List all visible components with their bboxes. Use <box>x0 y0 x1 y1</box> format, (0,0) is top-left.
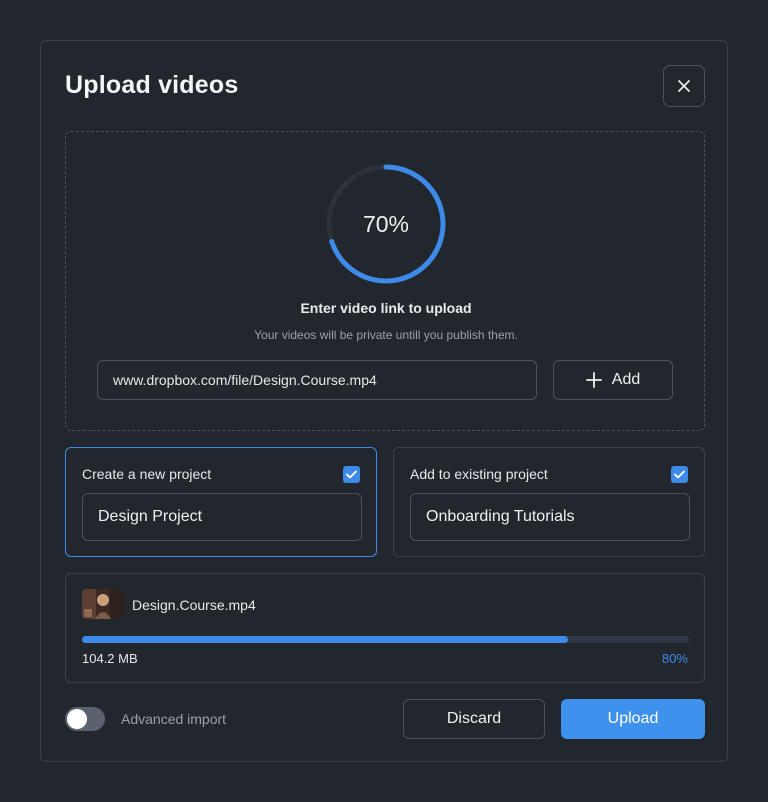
upload-button[interactable]: Upload <box>561 699 705 739</box>
file-progress-fill <box>82 636 568 643</box>
file-progress-track <box>82 636 689 643</box>
discard-button[interactable]: Discard <box>403 699 545 739</box>
file-progress-label: 80% <box>661 651 688 666</box>
file-name: Design.Course.mp4 <box>132 597 256 613</box>
add-link-label: Add <box>611 371 641 388</box>
dropzone-heading: Enter video link to upload <box>300 300 472 316</box>
check-icon <box>674 470 685 479</box>
existing-project-card[interactable]: Add to existing project <box>393 447 705 557</box>
close-button[interactable] <box>663 65 705 107</box>
new-project-card[interactable]: Create a new project <box>65 447 377 557</box>
upload-dialog: Upload videos 70% Enter video link to up… <box>40 40 728 762</box>
upload-progress-label: 70% <box>362 210 410 237</box>
check-icon <box>346 470 357 479</box>
new-project-checkbox[interactable] <box>343 466 360 483</box>
file-size: 104.2 MB <box>82 651 138 666</box>
plus-icon <box>585 372 602 388</box>
advanced-import-toggle[interactable] <box>65 707 105 731</box>
upload-dropzone[interactable]: 70% Enter video link to upload Your vide… <box>65 131 705 431</box>
dropzone-subtext: Your videos will be private untill you p… <box>254 328 518 342</box>
close-icon <box>678 80 690 92</box>
add-link-button[interactable]: Add <box>553 360 673 400</box>
video-thumbnail <box>82 589 124 619</box>
toggle-knob <box>67 709 87 729</box>
new-project-name-input[interactable] <box>82 493 362 541</box>
advanced-import-label: Advanced import <box>121 711 227 727</box>
new-project-label: Create a new project <box>82 466 212 482</box>
upload-progress-ring: 70% <box>322 160 450 288</box>
existing-project-checkbox[interactable] <box>671 466 688 483</box>
existing-project-select[interactable] <box>410 493 690 541</box>
existing-project-label: Add to existing project <box>410 466 548 482</box>
file-upload-item: Design.Course.mp4 104.2 MB 80% <box>65 573 705 683</box>
video-link-input[interactable] <box>97 360 537 400</box>
dialog-title: Upload videos <box>65 71 239 99</box>
